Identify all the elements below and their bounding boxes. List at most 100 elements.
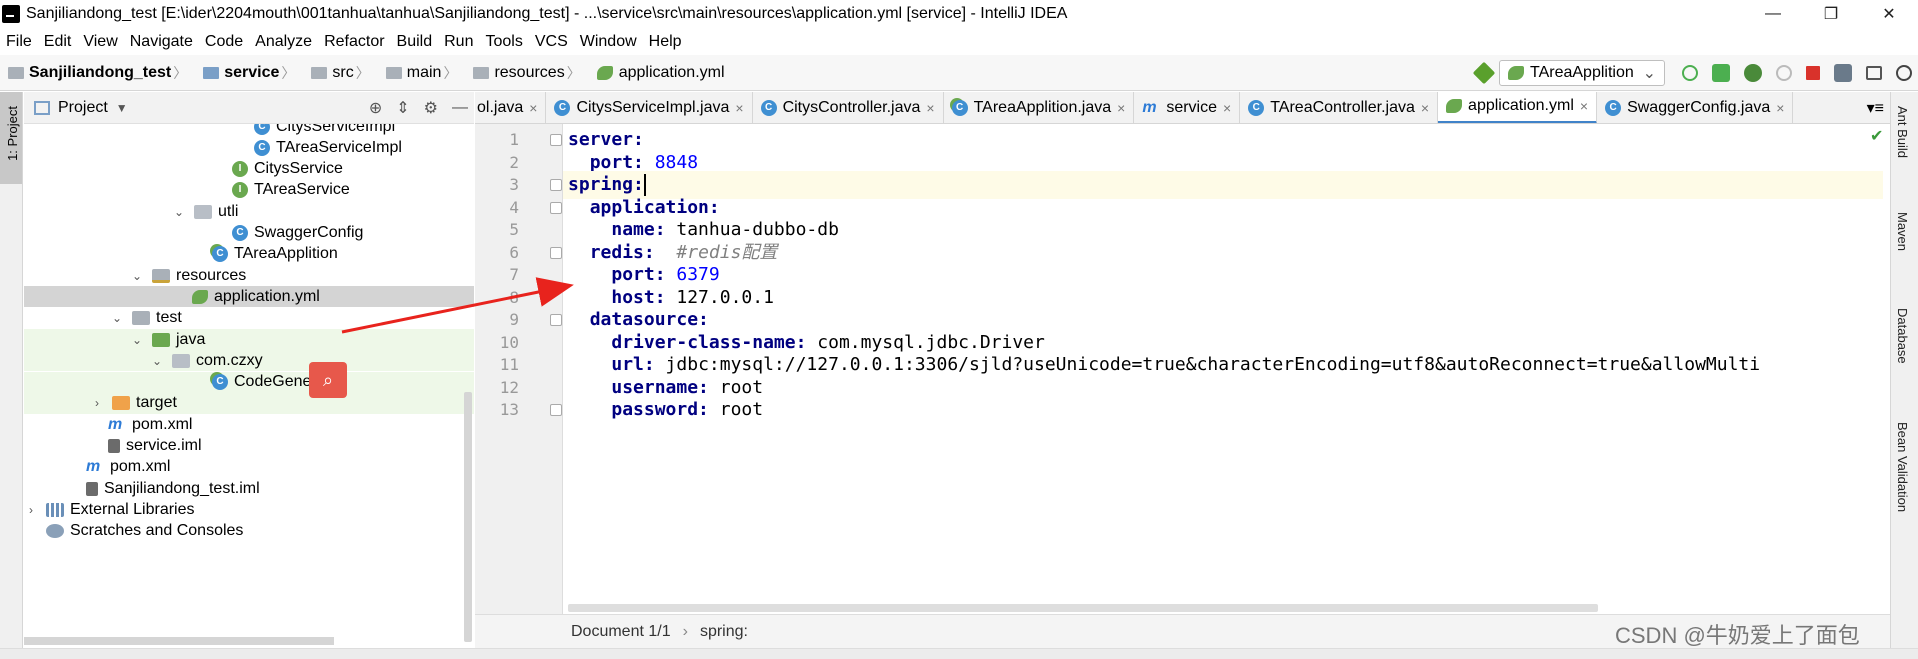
minimize-button[interactable]: — xyxy=(1744,0,1802,28)
editor-tab[interactable]: C TAreaController.java × xyxy=(1240,92,1439,123)
menu-navigate[interactable]: Navigate xyxy=(124,33,199,51)
fold-marker-icon[interactable] xyxy=(550,201,562,214)
tree-item[interactable]: Sanjiliandong_test.iml xyxy=(24,478,474,499)
tree-item[interactable]: C SwaggerConfig xyxy=(24,223,474,244)
menu-tools[interactable]: Tools xyxy=(479,33,528,51)
tree-item[interactable]: › External Libraries xyxy=(24,499,474,520)
editor-tab[interactable]: m service × xyxy=(1134,92,1241,123)
debug-icon[interactable] xyxy=(1712,64,1730,82)
hide-panel-icon[interactable]: — xyxy=(452,99,468,117)
tree-item[interactable]: Scratches and Consoles xyxy=(24,521,474,542)
project-structure-icon[interactable] xyxy=(1834,64,1852,82)
tree-horizontal-scrollbar[interactable] xyxy=(24,637,334,645)
maximize-button[interactable]: ❐ xyxy=(1802,0,1860,28)
code-line[interactable]: password: root xyxy=(568,396,1888,424)
locate-icon[interactable]: ⊕ xyxy=(369,98,382,118)
menu-window[interactable]: Window xyxy=(574,33,643,51)
tree-item[interactable]: application.yml xyxy=(24,286,474,308)
stop-icon[interactable] xyxy=(1806,66,1820,80)
breadcrumb-resources[interactable]: resources 〉 xyxy=(473,63,596,83)
editor-tab[interactable]: C CitysServiceImpl.java × xyxy=(546,92,753,123)
breadcrumb-file[interactable]: application.yml xyxy=(596,64,733,82)
close-tab-icon[interactable]: × xyxy=(1776,100,1784,116)
fold-marker-icon[interactable] xyxy=(550,134,562,146)
floating-search-icon[interactable]: ⌕ xyxy=(309,362,347,398)
tree-item[interactable]: m pom.xml xyxy=(24,457,474,478)
layout-icon[interactable] xyxy=(1866,66,1882,80)
fold-marker-icon[interactable] xyxy=(550,179,562,191)
project-panel-title[interactable]: Project xyxy=(58,99,108,117)
fold-marker-icon[interactable] xyxy=(550,246,562,259)
search-everywhere-icon[interactable] xyxy=(1896,65,1912,81)
tree-item[interactable]: I CitysService xyxy=(24,159,474,180)
tree-item[interactable]: › target xyxy=(24,392,474,414)
code-editor[interactable]: 1 2 3 4 5 6 7 8 9 10 11 12 13 server: port: 8848 spri… xyxy=(475,124,1890,614)
tree-item[interactable]: ⌄ test xyxy=(24,308,474,329)
menu-edit[interactable]: Edit xyxy=(38,33,78,51)
yaml-path-crumb[interactable]: spring: xyxy=(700,623,748,641)
document-indicator[interactable]: Document 1/1 xyxy=(571,623,671,641)
tree-item[interactable]: service.iml xyxy=(24,436,474,457)
ant-build-tool-tab[interactable]: Ant Build xyxy=(1895,106,1910,158)
tree-item[interactable]: C TAreaServiceImpl xyxy=(24,137,474,158)
rerun-icon[interactable] xyxy=(1682,65,1698,81)
inspection-ok-icon[interactable]: ✔ xyxy=(1870,126,1883,146)
chevron-down-icon[interactable]: ⌄ xyxy=(130,333,144,347)
chevron-down-icon[interactable]: ⌄ xyxy=(150,354,164,368)
chevron-down-icon[interactable]: ▼ xyxy=(116,101,128,115)
close-tab-icon[interactable]: × xyxy=(926,100,934,116)
coverage-icon[interactable] xyxy=(1744,64,1762,82)
chevron-down-icon[interactable]: ⌄ xyxy=(130,269,144,283)
editor-tab[interactable]: C SwaggerConfig.java × xyxy=(1597,92,1794,123)
close-tab-icon[interactable]: × xyxy=(1223,100,1231,116)
menu-run[interactable]: Run xyxy=(438,33,479,51)
close-window-button[interactable]: ✕ xyxy=(1860,0,1918,28)
menu-vcs[interactable]: VCS xyxy=(529,33,574,51)
fold-marker-icon[interactable] xyxy=(550,404,562,416)
project-tool-tab[interactable]: 1: Project xyxy=(0,92,23,184)
tree-vertical-scrollbar[interactable] xyxy=(464,392,472,642)
breadcrumb-project[interactable]: Sanjiliandong_test 〉 xyxy=(0,63,203,83)
run-configuration-select[interactable]: TAreaApplition ⌄ xyxy=(1499,60,1665,86)
gear-icon[interactable]: ⚙ xyxy=(424,98,438,118)
chevron-down-icon[interactable]: ⌄ xyxy=(110,311,124,325)
tree-item[interactable]: C CodeGenerator xyxy=(24,371,474,393)
tree-item[interactable]: ⌄ java xyxy=(24,329,474,350)
tabs-overflow-icon[interactable]: ▾≡ xyxy=(1861,98,1890,118)
menu-analyze[interactable]: Analyze xyxy=(249,33,318,51)
breadcrumb-service[interactable]: service 〉 xyxy=(203,63,311,83)
menu-help[interactable]: Help xyxy=(643,33,688,51)
build-hammer-icon[interactable] xyxy=(1472,61,1496,85)
menu-code[interactable]: Code xyxy=(199,33,249,51)
tree-item[interactable]: m pom.xml xyxy=(24,414,474,435)
chevron-right-icon[interactable]: › xyxy=(24,503,38,517)
menu-build[interactable]: Build xyxy=(391,33,439,51)
menu-file[interactable]: File xyxy=(0,33,38,51)
editor-horizontal-scrollbar[interactable] xyxy=(568,604,1598,612)
tree-item[interactable]: C CitysServiceImpl xyxy=(24,124,474,137)
editor-tab[interactable]: C TAreaApplition.java × xyxy=(944,92,1135,123)
collapse-all-icon[interactable]: ⇕ xyxy=(396,98,409,118)
editor-tab[interactable]: ol.java × xyxy=(475,92,547,123)
close-tab-icon[interactable]: × xyxy=(529,100,537,116)
close-tab-icon[interactable]: × xyxy=(735,100,743,116)
profile-icon[interactable] xyxy=(1776,65,1792,81)
menu-view[interactable]: View xyxy=(77,33,123,51)
close-tab-icon[interactable]: × xyxy=(1117,100,1125,116)
breadcrumb-src[interactable]: src 〉 xyxy=(311,63,385,83)
editor-tab[interactable]: C CitysController.java × xyxy=(753,92,944,123)
breadcrumb-main[interactable]: main 〉 xyxy=(385,63,474,83)
tree-item[interactable]: ⌄ com.czxy xyxy=(24,350,474,372)
tree-item[interactable]: C TAreaApplition xyxy=(24,244,474,265)
close-tab-icon[interactable]: × xyxy=(1580,98,1588,114)
tree-item[interactable]: ⌄ resources xyxy=(24,265,474,286)
close-tab-icon[interactable]: × xyxy=(1421,100,1429,116)
tree-item[interactable]: I TAreaService xyxy=(24,180,474,201)
chevron-right-icon[interactable]: › xyxy=(90,396,104,410)
bean-validation-tool-tab[interactable]: Bean Validation xyxy=(1895,422,1910,512)
database-tool-tab[interactable]: Database xyxy=(1895,308,1910,364)
tree-item[interactable]: ⌄ utli xyxy=(24,201,474,222)
menu-refactor[interactable]: Refactor xyxy=(318,33,390,51)
fold-marker-icon[interactable] xyxy=(550,314,562,326)
editor-tab[interactable]: application.yml × xyxy=(1438,92,1598,123)
